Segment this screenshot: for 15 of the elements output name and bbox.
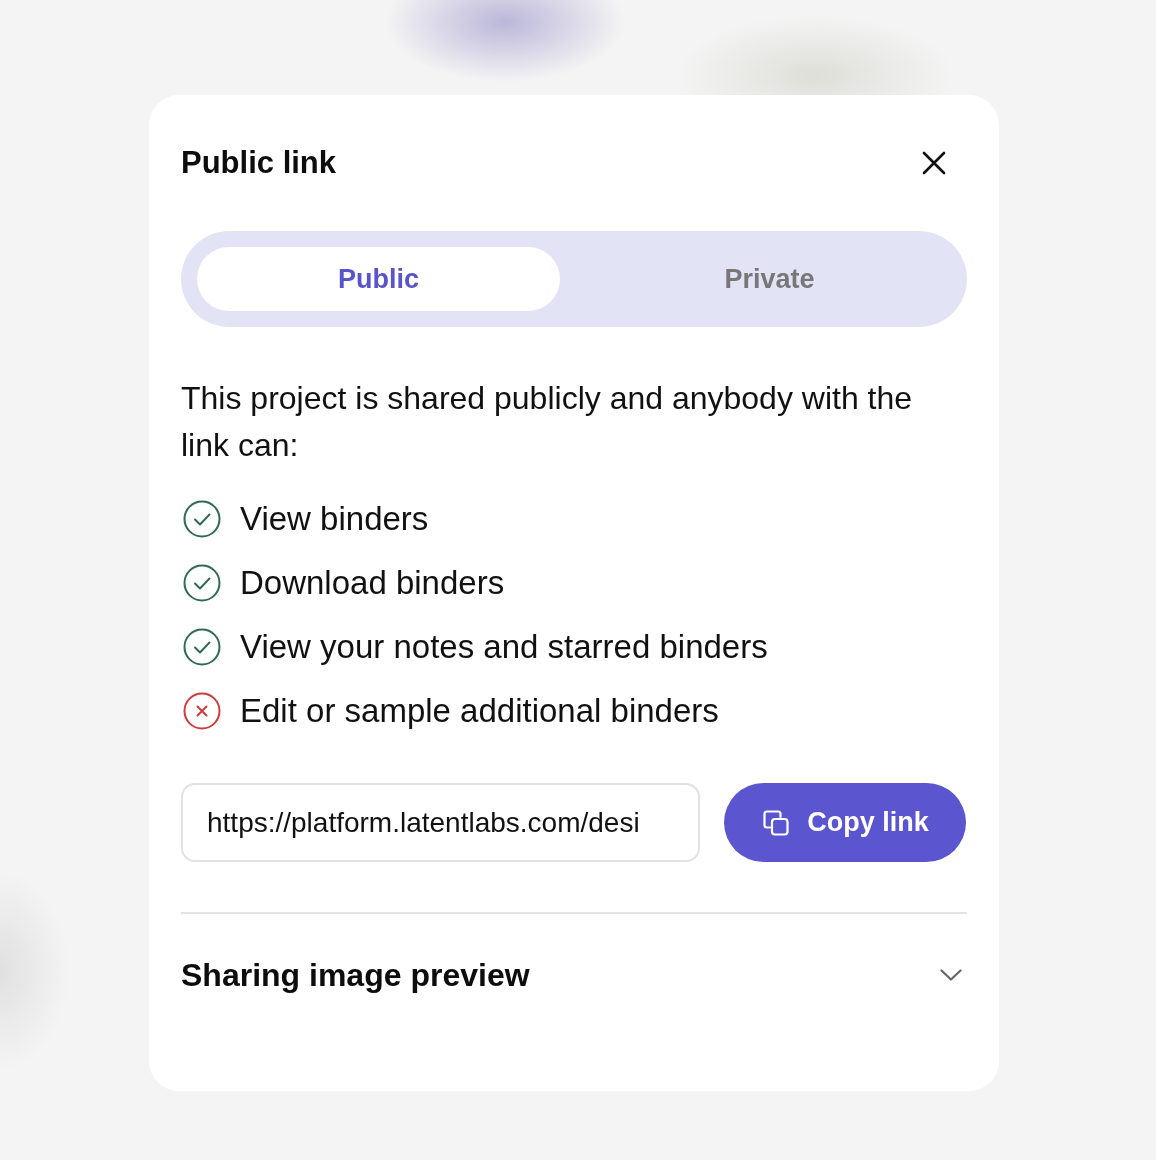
share-description: This project is shared publicly and anybody with the link can: xyxy=(181,379,914,465)
accordion-header[interactable]: Sharing image preview xyxy=(181,955,967,995)
copy-icon xyxy=(761,807,792,838)
close-button[interactable] xyxy=(922,151,946,175)
permission-label: Edit or sample additional binders xyxy=(240,692,719,730)
permission-label: View binders xyxy=(240,500,429,538)
permission-label: View your notes and starred binders xyxy=(240,628,768,666)
chevron-icon xyxy=(940,969,962,981)
copy-link-button[interactable]: Copy link xyxy=(724,783,966,862)
permission-label: Download binders xyxy=(240,564,505,602)
visibility-tab[interactable]: Public xyxy=(197,247,560,311)
dialog-title: Public link xyxy=(181,145,337,181)
visibility-tab[interactable]: Private xyxy=(588,247,951,311)
link-field[interactable]: https://platform.latentlabs.com/desi xyxy=(181,783,700,862)
close-icon xyxy=(922,151,946,175)
